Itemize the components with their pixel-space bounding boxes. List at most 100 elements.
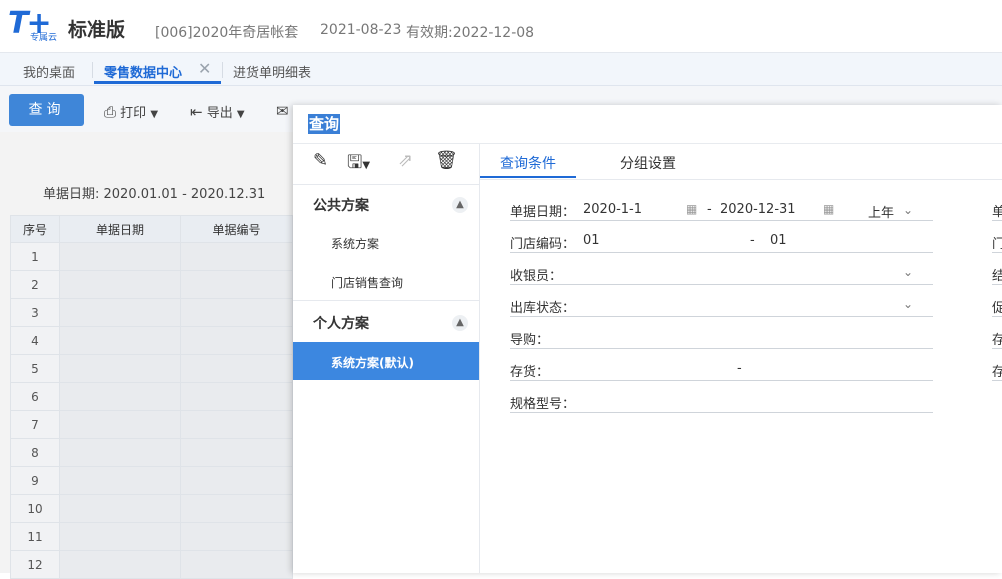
row-number: 10 xyxy=(10,494,60,523)
period-select[interactable]: 上年 xyxy=(868,202,894,221)
close-icon[interactable]: ✕ xyxy=(198,59,211,78)
field-underline xyxy=(510,380,933,381)
chevron-down-icon[interactable]: ⌄ xyxy=(903,265,913,279)
table-row[interactable]: 10 xyxy=(10,494,293,523)
cut-field-label: 门 xyxy=(992,237,1002,252)
edit-icon[interactable]: ✎ xyxy=(313,150,328,171)
save-icon[interactable]: 🖫▼ xyxy=(347,150,370,180)
table-row[interactable]: 5 xyxy=(10,354,293,383)
cut-field-label: 结 xyxy=(992,269,1002,284)
chevron-down-icon[interactable]: ⌄ xyxy=(903,203,913,217)
row-number: 4 xyxy=(10,326,60,355)
login-date: 2021-08-23 xyxy=(320,22,402,38)
scheme-item[interactable]: 门店销售查询 xyxy=(331,274,403,291)
field-underline xyxy=(992,348,1002,349)
account-set[interactable]: [006]2020年奇居帐套 xyxy=(155,22,298,42)
export-icon: ⇤ xyxy=(190,103,203,121)
field-underline xyxy=(510,348,933,349)
field-underline xyxy=(510,252,933,253)
chevron-down-icon[interactable]: ⌄ xyxy=(903,297,913,311)
row-number: 12 xyxy=(10,550,60,579)
chevron-down-icon: ▼ xyxy=(236,109,245,120)
stock-label: 存货： xyxy=(510,365,550,380)
tab-retail-data-center[interactable]: 零售数据中心 xyxy=(104,62,182,81)
table-row[interactable]: 3 xyxy=(10,298,293,327)
active-tab-indicator xyxy=(94,81,221,84)
store-from-input[interactable]: 01 xyxy=(583,233,600,248)
export-label: 导出 xyxy=(206,106,233,121)
report-table: 序号 单据日期 单据编号 1 2 3 4 5 6 7 8 9 10 11 12 xyxy=(10,215,293,579)
calendar-icon[interactable]: ▦ xyxy=(686,202,697,216)
row-number: 2 xyxy=(10,270,60,299)
table-row[interactable]: 2 xyxy=(10,270,293,299)
table-row[interactable]: 1 xyxy=(10,242,293,271)
field-underline xyxy=(992,316,1002,317)
row-number: 5 xyxy=(10,354,60,383)
public-scheme-group[interactable]: 公共方案 xyxy=(313,195,369,215)
divider xyxy=(293,300,479,301)
table-row[interactable]: 6 xyxy=(10,382,293,411)
date-from-input[interactable]: 2020-1-1 xyxy=(583,202,642,217)
out-status-label: 出库状态： xyxy=(510,301,576,316)
row-number: 1 xyxy=(10,242,60,271)
row-number: 7 xyxy=(10,410,60,439)
tab-group-settings[interactable]: 分组设置 xyxy=(620,153,676,173)
cashier-label: 收银员： xyxy=(510,269,563,284)
cut-field-label: 存 xyxy=(992,333,1002,348)
date-label: 单据日期： xyxy=(510,205,576,220)
tab-divider xyxy=(222,62,223,78)
scheme-item[interactable]: 系统方案 xyxy=(331,235,379,252)
print-button[interactable]: ⎙ 打印 ▼ xyxy=(104,102,158,121)
cut-field-label: 存 xyxy=(992,365,1002,380)
table-row[interactable]: 4 xyxy=(10,326,293,355)
row-number: 6 xyxy=(10,382,60,411)
store-to-input[interactable]: 01 xyxy=(770,233,787,248)
tab-query-conditions[interactable]: 查询条件 xyxy=(500,153,556,173)
chevron-up-icon[interactable]: ▲ xyxy=(452,315,468,331)
printer-icon: ⎙ xyxy=(104,103,117,121)
table-row[interactable]: 11 xyxy=(10,522,293,551)
tab-desktop[interactable]: 我的桌面 xyxy=(23,62,75,81)
field-underline xyxy=(992,284,1002,285)
active-tab-indicator xyxy=(480,176,576,178)
delete-icon[interactable]: 🗑 xyxy=(435,150,458,171)
table-row[interactable]: 7 xyxy=(10,410,293,439)
calendar-icon[interactable]: ▦ xyxy=(823,202,834,216)
chevron-down-icon: ▼ xyxy=(150,109,159,120)
valid-until: 有效期:2022-12-08 xyxy=(406,25,535,41)
export-button[interactable]: ⇤ 导出 ▼ xyxy=(190,102,245,121)
logo-subtitle: 专属云 xyxy=(30,33,58,43)
column-header[interactable]: 序号 xyxy=(10,215,60,243)
condition-tabs xyxy=(480,144,1002,180)
shopping-guide-label: 导购： xyxy=(510,333,550,348)
date-range-label: 单据日期: 2020.01.01 - 2020.12.31 xyxy=(43,187,266,202)
chevron-down-icon: ▼ xyxy=(362,160,371,171)
stock-separator: - xyxy=(737,361,742,376)
row-number: 8 xyxy=(10,438,60,467)
field-underline xyxy=(510,412,933,413)
edition-name: 标准版 xyxy=(68,19,126,41)
field-underline xyxy=(510,284,933,285)
scheme-item-label: 系统方案(默认) xyxy=(331,356,414,370)
cut-field-label: 促 xyxy=(992,301,1002,316)
print-label: 打印 xyxy=(120,106,147,121)
more-toolbar-icon[interactable]: ✉ xyxy=(276,102,289,120)
field-underline xyxy=(510,316,933,317)
table-row[interactable]: 12 xyxy=(10,550,293,579)
row-number: 9 xyxy=(10,466,60,495)
store-code-label: 门店编码： xyxy=(510,237,576,252)
personal-scheme-group[interactable]: 个人方案 xyxy=(313,313,369,333)
date-to-input[interactable]: 2020-12-31 xyxy=(720,202,796,217)
store-separator: - xyxy=(750,233,755,248)
share-icon[interactable]: ⇗ xyxy=(398,150,413,171)
table-row[interactable]: 9 xyxy=(10,466,293,495)
field-underline xyxy=(992,252,1002,253)
table-row[interactable]: 8 xyxy=(10,438,293,467)
query-button[interactable]: 查询 xyxy=(9,94,84,126)
field-underline xyxy=(992,220,1002,221)
dialog-header xyxy=(293,105,1002,144)
chevron-up-icon[interactable]: ▲ xyxy=(452,197,468,213)
tab-purchase-detail[interactable]: 进货单明细表 xyxy=(233,62,311,81)
column-header[interactable]: 单据编号 xyxy=(180,215,293,243)
column-header[interactable]: 单据日期 xyxy=(59,215,181,243)
